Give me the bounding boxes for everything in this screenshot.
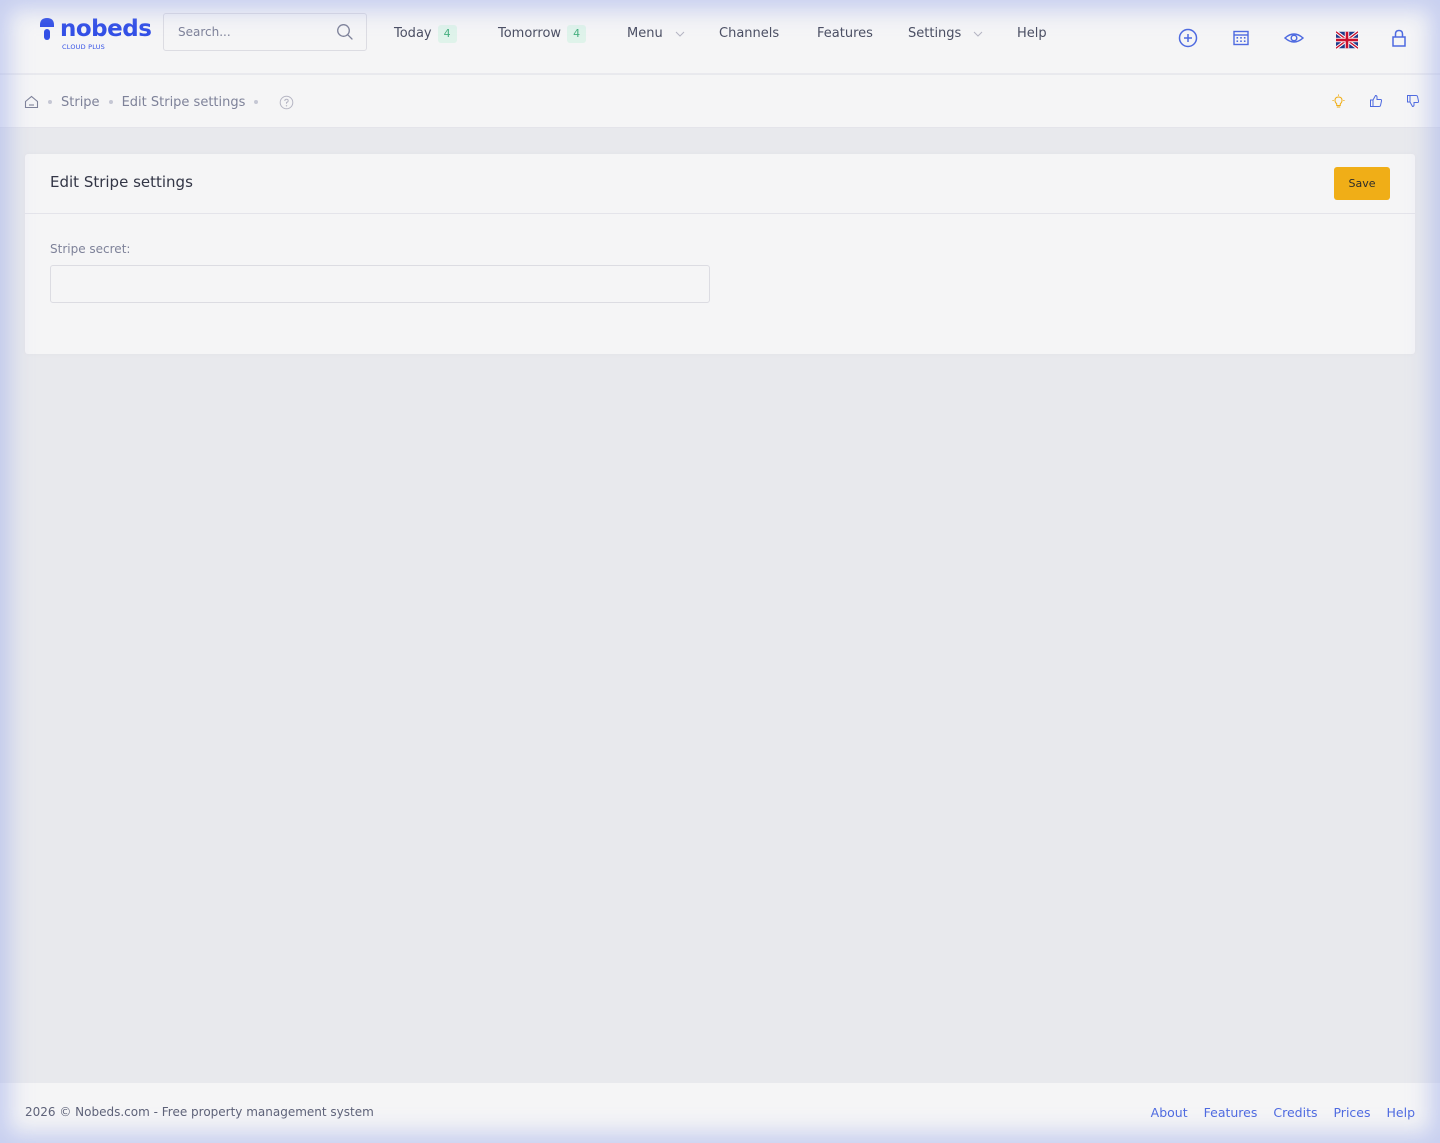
nav-today-label: Today xyxy=(394,26,432,41)
home-icon[interactable] xyxy=(24,95,39,109)
footer-links: About Features Credits Prices Help xyxy=(1151,1105,1415,1120)
lightbulb-icon[interactable] xyxy=(1331,94,1346,110)
card-header: Edit Stripe settings Save xyxy=(25,154,1415,214)
thumbs-down-icon[interactable] xyxy=(1406,94,1420,108)
brand-name: nobeds xyxy=(60,16,152,42)
breadcrumb-separator xyxy=(254,100,259,104)
brand-logo[interactable]: nobeds CLOUD PLUS xyxy=(38,16,152,56)
lock-icon[interactable] xyxy=(1388,27,1410,49)
breadcrumb-current: Edit Stripe settings xyxy=(121,94,246,110)
today-count-badge: 4 xyxy=(437,25,457,43)
nav-today[interactable]: Today 4 xyxy=(394,24,457,44)
search-box xyxy=(163,13,367,51)
logo-mark-icon xyxy=(40,18,54,40)
thumbs-up-icon[interactable] xyxy=(1369,94,1383,108)
nav-tomorrow[interactable]: Tomorrow 4 xyxy=(498,24,587,44)
stripe-secret-label: Stripe secret: xyxy=(50,242,131,256)
nav-settings-label: Settings xyxy=(908,26,962,41)
nav-menu-label: Menu xyxy=(627,26,663,41)
calendar-icon[interactable] xyxy=(1230,27,1252,49)
footer-link-prices[interactable]: Prices xyxy=(1333,1105,1370,1120)
search-icon[interactable] xyxy=(336,23,354,41)
breadcrumb-bar: Stripe Edit Stripe settings xyxy=(0,75,1440,128)
breadcrumb-stripe[interactable]: Stripe xyxy=(61,95,100,110)
chevron-down-icon xyxy=(974,31,983,37)
top-navbar: nobeds CLOUD PLUS Today4 Tomorrow4 Menu … xyxy=(0,0,1440,74)
nav-tomorrow-label: Tomorrow xyxy=(498,26,562,41)
search-input[interactable] xyxy=(164,14,334,50)
footer-link-credits[interactable]: Credits xyxy=(1273,1105,1317,1120)
stripe-secret-input[interactable] xyxy=(50,265,710,303)
uk-flag-icon[interactable] xyxy=(1336,29,1358,51)
footer-copyright: 2026 © Nobeds.com - Free property manage… xyxy=(25,1105,374,1119)
nav-features[interactable]: Features xyxy=(817,24,873,44)
breadcrumb: Stripe Edit Stripe settings xyxy=(24,93,294,111)
plus-circle-icon[interactable] xyxy=(1177,27,1199,49)
save-button[interactable]: Save xyxy=(1334,167,1390,200)
chevron-down-icon xyxy=(675,31,685,37)
footer: 2026 © Nobeds.com - Free property manage… xyxy=(0,1083,1440,1143)
nav-menu-dropdown[interactable]: Menu xyxy=(627,24,685,44)
breadcrumb-separator xyxy=(48,100,52,104)
page-title: Edit Stripe settings xyxy=(50,173,193,191)
brand-subtitle: CLOUD PLUS xyxy=(62,43,105,51)
nav-channels[interactable]: Channels xyxy=(719,24,779,44)
breadcrumb-separator xyxy=(108,100,113,104)
footer-link-features[interactable]: Features xyxy=(1204,1105,1258,1120)
nav-help[interactable]: Help xyxy=(1017,24,1047,44)
footer-link-about[interactable]: About xyxy=(1151,1105,1188,1120)
help-circle-icon[interactable] xyxy=(279,95,294,110)
eye-icon[interactable] xyxy=(1283,27,1305,49)
stripe-settings-card: Edit Stripe settings Save Stripe secret: xyxy=(25,154,1415,354)
nav-settings-dropdown[interactable]: Settings xyxy=(908,24,983,44)
footer-link-help[interactable]: Help xyxy=(1387,1105,1416,1120)
tomorrow-count-badge: 4 xyxy=(567,25,587,43)
